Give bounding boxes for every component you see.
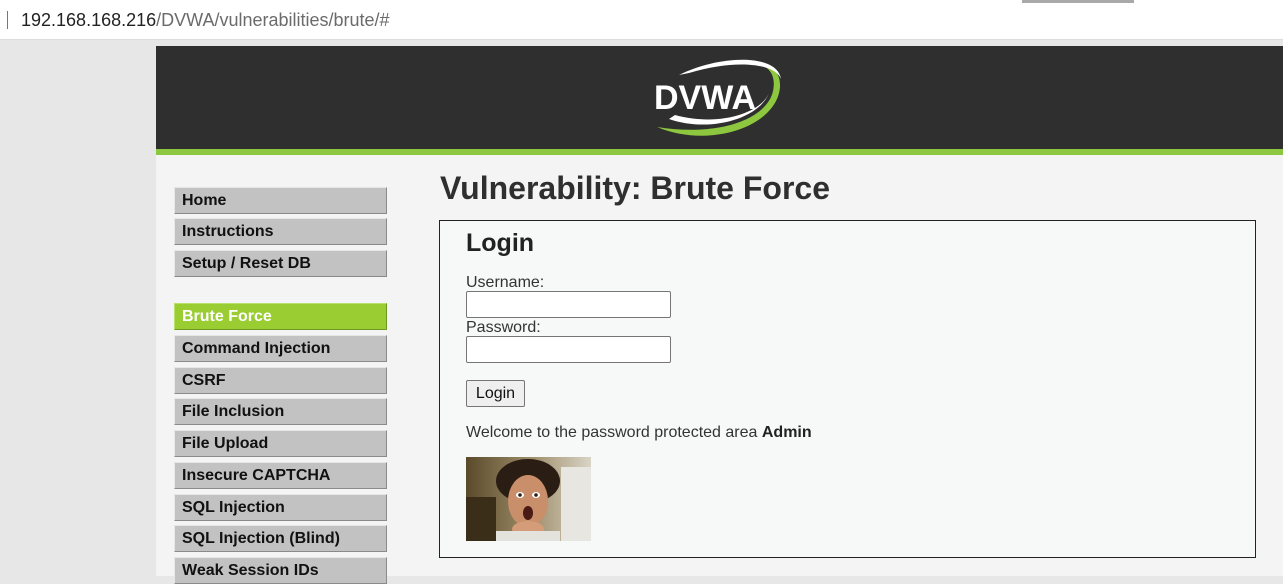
menu-item-setup-reset-db[interactable]: Setup / Reset DB <box>174 250 387 277</box>
browser-address-bar[interactable]: 192.168.168.216/DVWA/vulnerabilities/bru… <box>0 0 1283 40</box>
menu-item-command-injection[interactable]: Command Injection <box>174 335 387 362</box>
login-button[interactable]: Login <box>466 380 525 407</box>
site-header: DVWA <box>156 46 1283 149</box>
avatar-illustration <box>466 457 591 541</box>
menu-item-insecure-captcha[interactable]: Insecure CAPTCHA <box>174 462 387 489</box>
menu-item-file-upload[interactable]: File Upload <box>174 430 387 457</box>
menu-item-sql-injection-blind[interactable]: SQL Injection (Blind) <box>174 525 387 552</box>
address-bar-divider <box>7 11 8 29</box>
username-field[interactable] <box>466 291 671 318</box>
menu-item-weak-session-ids[interactable]: Weak Session IDs <box>174 557 387 584</box>
login-panel: Login Username: Password: Login Welcome … <box>439 220 1256 558</box>
menu-item-sql-injection[interactable]: SQL Injection <box>174 494 387 521</box>
welcome-message: Welcome to the password protected area A… <box>466 424 812 442</box>
dvwa-logo: DVWA <box>654 59 781 136</box>
page-title: Vulnerability: Brute Force <box>440 170 830 206</box>
menu-item-file-inclusion[interactable]: File Inclusion <box>174 398 387 425</box>
menu-item-home[interactable]: Home <box>174 187 387 214</box>
menu-item-csrf[interactable]: CSRF <box>174 367 387 394</box>
address-url[interactable]: 192.168.168.216/DVWA/vulnerabilities/bru… <box>21 10 390 31</box>
dvwa-page: DVWA Home Instructions Setup / Reset DB … <box>156 46 1283 584</box>
header-accent-stripe <box>156 149 1283 155</box>
menu-item-instructions[interactable]: Instructions <box>174 218 387 245</box>
welcome-text: Welcome to the password protected area <box>466 424 762 441</box>
menu-item-brute-force[interactable]: Brute Force <box>174 303 387 330</box>
password-field[interactable] <box>466 336 671 363</box>
browser-tab-indicator <box>1022 0 1134 3</box>
logo-text: DVWA <box>654 79 756 117</box>
welcome-user: Admin <box>761 424 812 441</box>
username-label: Username: <box>466 274 545 291</box>
password-label: Password: <box>466 319 541 336</box>
login-heading: Login <box>466 229 535 257</box>
url-host: 192.168.168.216 <box>21 10 157 30</box>
user-avatar-image <box>466 457 591 541</box>
url-path: /DVWA/vulnerabilities/brute/# <box>156 10 390 30</box>
